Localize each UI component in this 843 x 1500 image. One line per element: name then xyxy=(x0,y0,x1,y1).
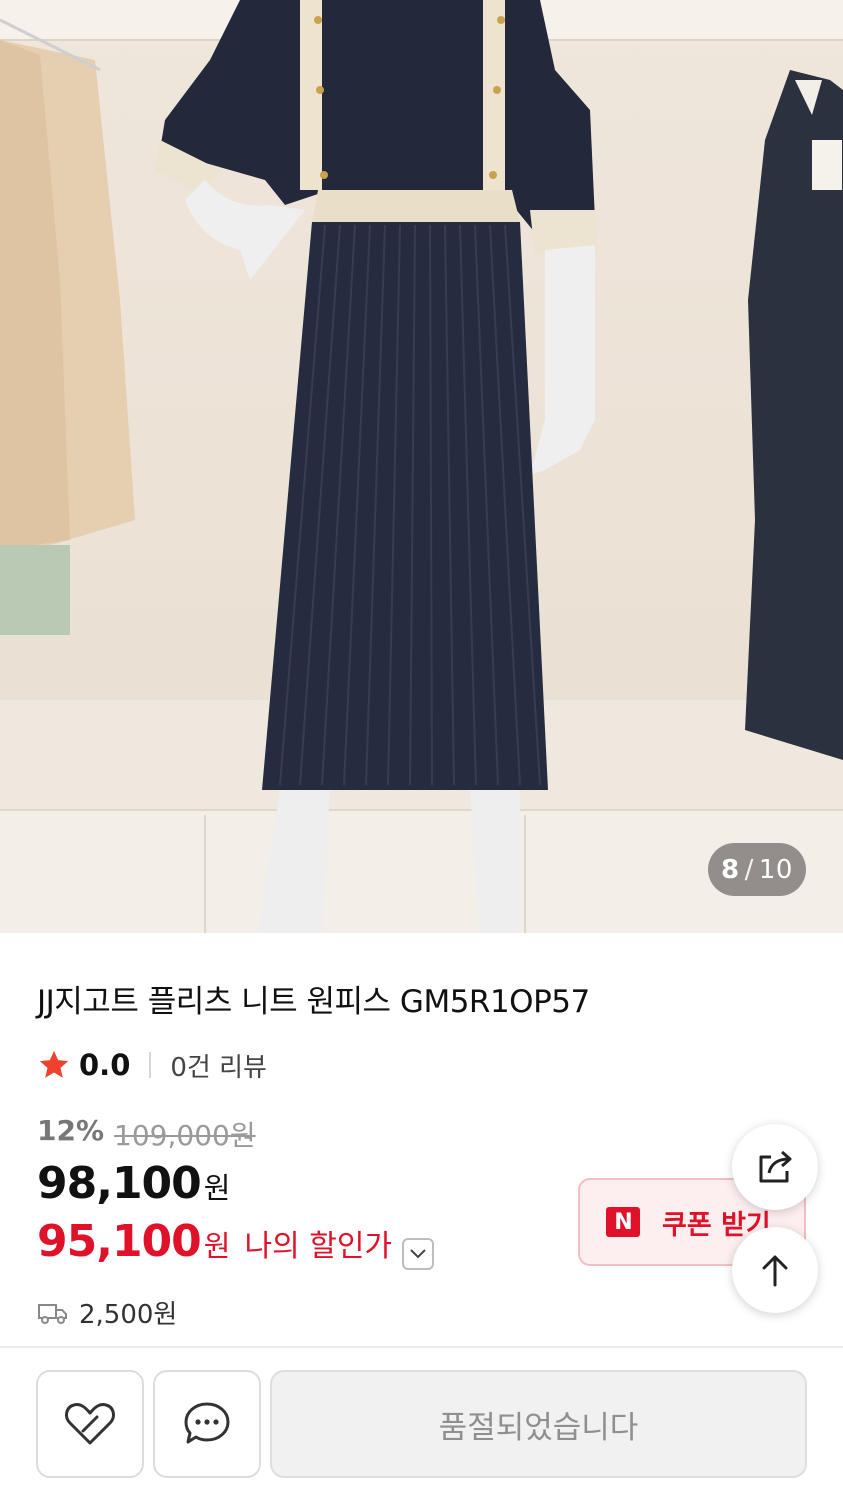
review-count-link[interactable]: 0건 리뷰 xyxy=(170,1047,267,1084)
coupon-logo: N xyxy=(606,1207,640,1237)
my-price-unit: 원 xyxy=(203,1229,231,1263)
sale-price-row: 98,100 원 xyxy=(37,1158,230,1209)
product-image-gallery[interactable]: 8 / 10 xyxy=(0,0,843,933)
product-title: JJ지고트 플리츠 니트 원피스 GM5R1OP57 xyxy=(37,984,590,1020)
star-icon xyxy=(39,1050,69,1078)
rating-value: 0.0 xyxy=(79,1048,131,1082)
sold-out-label: 품절되었습니다 xyxy=(438,1409,639,1446)
sold-out-button: 품절되었습니다 xyxy=(270,1370,807,1478)
rating-divider xyxy=(149,1052,152,1078)
share-button[interactable] xyxy=(732,1124,818,1210)
discount-rate: 12% xyxy=(37,1114,105,1147)
product-photo xyxy=(0,0,843,933)
chat-bubble-icon xyxy=(184,1402,230,1444)
bottom-bar-divider xyxy=(0,1346,843,1348)
original-price: 109,000원 xyxy=(114,1119,256,1152)
heart-icon xyxy=(65,1403,115,1445)
my-price-row[interactable]: 95,100 원 나의 할인가 xyxy=(37,1216,435,1270)
image-counter-current: 8 xyxy=(721,854,740,885)
inquiry-button[interactable] xyxy=(153,1370,261,1478)
sale-price-unit: 원 xyxy=(203,1171,231,1205)
shipping-fee: 2,500원 xyxy=(79,1300,178,1330)
image-counter: 8 / 10 xyxy=(708,843,806,896)
my-price-label: 나의 할인가 xyxy=(244,1229,393,1264)
arrow-up-icon xyxy=(762,1255,788,1287)
rating-row[interactable]: 0.0 0건 리뷰 xyxy=(37,1047,267,1083)
truck-icon xyxy=(38,1303,67,1324)
image-counter-separator: / xyxy=(744,854,754,885)
my-price: 95,100 xyxy=(37,1216,202,1267)
sale-price: 98,100 xyxy=(37,1158,202,1209)
discount-row: 12% 109,000원 xyxy=(37,1114,256,1154)
like-button[interactable] xyxy=(36,1370,144,1478)
shipping-row: 2,500원 xyxy=(37,1294,177,1331)
chevron-down-icon[interactable] xyxy=(402,1238,435,1270)
share-icon xyxy=(759,1150,792,1183)
scroll-top-button[interactable] xyxy=(732,1227,818,1313)
image-counter-total: 10 xyxy=(758,854,793,885)
